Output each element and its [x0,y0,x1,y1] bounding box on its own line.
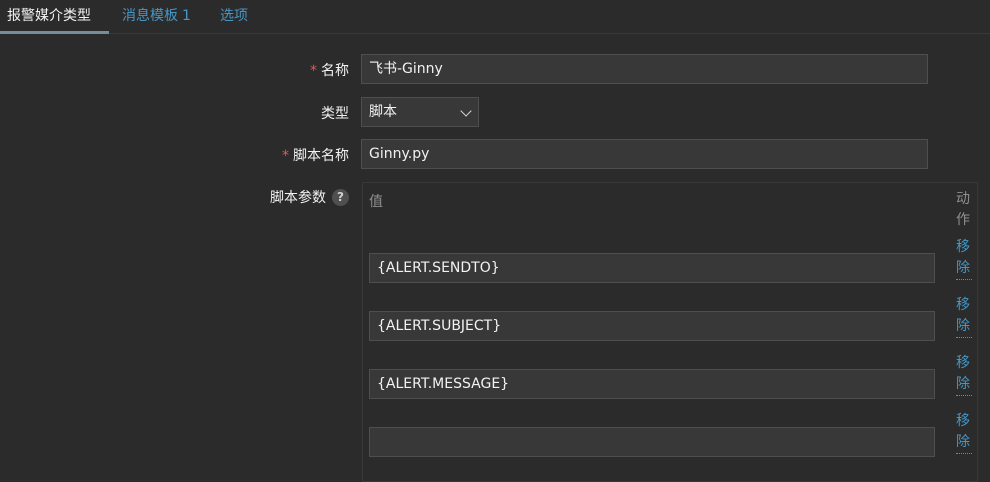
tab-message-templates-label: 消息模板 [122,8,178,24]
help-icon[interactable]: ? [332,189,349,206]
name-label-text: 名称 [321,63,349,79]
param-input-1[interactable]: {ALERT.SENDTO} [369,253,935,283]
type-select[interactable]: 脚本 [361,97,479,127]
script-name-input-value: Ginny.py [369,146,430,162]
tab-options[interactable]: 选项 [220,0,248,34]
type-select-value: 脚本 [369,104,397,120]
chevron-down-icon [460,105,472,117]
script-params-label-text: 脚本参数 [270,190,326,206]
tab-bar: 报警媒介类型 消息模板 1 选项 [0,0,990,34]
name-label: * 名称 [310,60,349,80]
script-params-label: 脚本参数? [270,187,349,207]
param-input-value: {ALERT.SUBJECT} [377,318,502,334]
script-name-label-text: 脚本名称 [293,148,349,164]
param-input-value: {ALERT.MESSAGE} [377,376,510,392]
action-column-header: 动作 [956,191,970,228]
param-input-2[interactable]: {ALERT.SUBJECT} [369,311,935,341]
required-mark: * [282,148,289,164]
tab-message-templates-count: 1 [182,8,191,24]
remove-param-button-3[interactable]: 移除 [956,353,972,396]
remove-param-button-1[interactable]: 移除 [956,237,972,280]
type-label: 类型 [321,103,349,123]
tab-options-label: 选项 [220,8,248,24]
name-input[interactable]: 飞书-Ginny [361,54,928,84]
required-mark: * [310,63,317,79]
param-input-value: {ALERT.SENDTO} [377,260,500,276]
name-input-value: 飞书-Ginny [369,61,443,77]
tab-message-templates[interactable]: 消息模板 1 [122,0,191,34]
remove-param-button-4[interactable]: 移除 [956,411,972,454]
param-input-3[interactable]: {ALERT.MESSAGE} [369,369,935,399]
tab-media-type-label: 报警媒介类型 [7,8,91,24]
remove-param-button-2[interactable]: 移除 [956,295,972,338]
value-column-header: 值 [369,194,383,210]
type-label-text: 类型 [321,106,349,122]
script-name-label: * 脚本名称 [282,145,349,165]
tab-media-type[interactable]: 报警媒介类型 [0,0,109,34]
script-name-input[interactable]: Ginny.py [361,139,928,169]
param-input-4[interactable] [369,427,935,457]
